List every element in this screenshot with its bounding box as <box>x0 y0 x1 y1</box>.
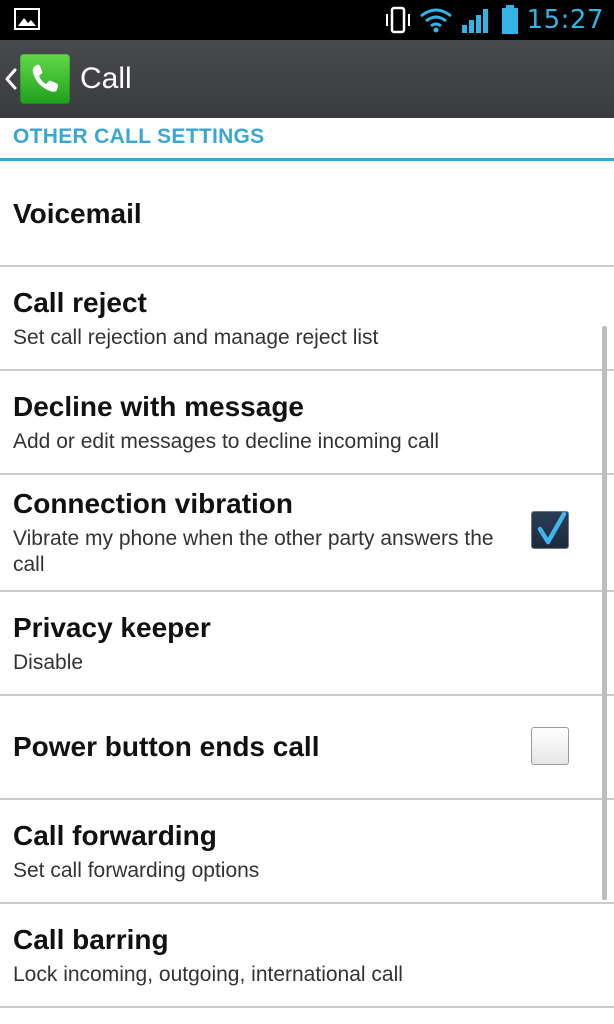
pref-item-connection-vibration[interactable]: Connection vibration Vibrate my phone wh… <box>0 475 614 590</box>
status-time: 15:27 <box>526 5 604 35</box>
pref-summary: Vibrate my phone when the other party an… <box>13 527 494 576</box>
scrollbar[interactable] <box>602 326 607 900</box>
status-icons: 15:27 <box>385 0 604 40</box>
pref-item-decline-with-message[interactable]: Decline with message Add or edit message… <box>0 371 614 473</box>
pref-item-voicemail[interactable]: Voicemail <box>0 161 614 265</box>
pref-item-call-barring[interactable]: Call barring Lock incoming, outgoing, in… <box>0 904 614 1006</box>
wifi-icon <box>419 8 452 33</box>
power-button-ends-call-checkbox[interactable] <box>531 727 569 765</box>
connection-vibration-checkbox[interactable] <box>531 511 569 549</box>
pref-item-privacy-keeper[interactable]: Privacy keeper Disable <box>0 592 614 694</box>
phone-handset-icon <box>32 64 58 92</box>
phone-app-icon[interactable] <box>20 54 70 104</box>
divider <box>0 1006 614 1008</box>
signal-icon <box>461 9 488 33</box>
pref-title: Decline with message <box>13 391 305 422</box>
pref-summary: Set call forwarding options <box>13 859 260 882</box>
back-chevron-icon[interactable] <box>4 67 18 91</box>
pref-item-call-forwarding[interactable]: Call forwarding Set call forwarding opti… <box>0 800 614 902</box>
pref-item-power-button-ends-call[interactable]: Power button ends call <box>0 696 614 798</box>
pref-title: Connection vibration <box>13 488 293 519</box>
section-header: OTHER CALL SETTINGS <box>0 118 614 161</box>
pref-title: Call forwarding <box>13 820 217 851</box>
status-bar: 15:27 <box>0 0 614 40</box>
section-header-label: OTHER CALL SETTINGS <box>13 125 265 148</box>
pref-title: Call reject <box>13 287 147 318</box>
vibrate-mode-icon <box>385 6 410 34</box>
pref-summary: Disable <box>13 651 84 674</box>
pref-summary: Lock incoming, outgoing, international c… <box>13 963 403 986</box>
gallery-notification-icon <box>14 8 40 30</box>
pref-title: Call barring <box>13 924 169 955</box>
screen: 15:27 Call OTHER CALL SETTINGS Voicemail… <box>0 0 614 1024</box>
pref-summary: Set call rejection and manage reject lis… <box>13 326 379 349</box>
page-title: Call <box>80 62 132 95</box>
action-bar: Call <box>0 40 614 118</box>
checkmark-icon <box>537 511 567 545</box>
pref-title: Power button ends call <box>13 731 320 762</box>
pref-title: Voicemail <box>13 198 142 229</box>
pref-title: Privacy keeper <box>13 612 211 643</box>
battery-icon <box>501 5 518 34</box>
pref-item-call-reject[interactable]: Call reject Set call rejection and manag… <box>0 267 614 369</box>
pref-summary: Add or edit messages to decline incoming… <box>13 430 440 453</box>
